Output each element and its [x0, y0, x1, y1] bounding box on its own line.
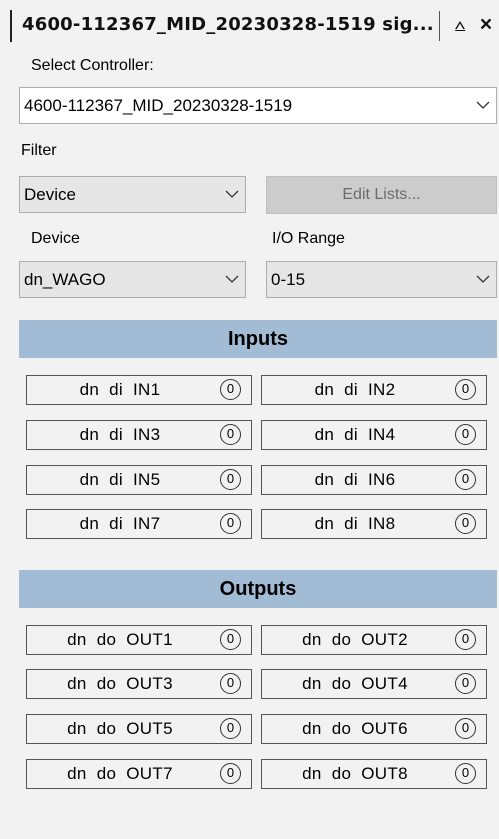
output-label: dn do OUT8 [302, 764, 408, 783]
output-cell-out8[interactable]: dn do OUT8 0 [261, 759, 487, 789]
input-cell-in4[interactable]: dn di IN4 0 [261, 420, 487, 450]
close-icon[interactable]: × [475, 10, 497, 40]
output-label: dn do OUT5 [67, 719, 173, 738]
panel-title: 4600-112367_MID_20230328-1519 sig... [22, 14, 434, 35]
io-range-select[interactable]: 0-15 [266, 261, 497, 298]
input-cell-in6[interactable]: dn di IN6 0 [261, 465, 487, 495]
output-value-indicator: 0 [220, 763, 241, 784]
input-label: dn di IN2 [314, 380, 396, 399]
input-label: dn di IN6 [314, 470, 396, 489]
input-value-indicator: 0 [220, 469, 241, 490]
output-label: dn do OUT4 [302, 674, 408, 693]
output-cell-out3[interactable]: dn do OUT3 0 [26, 669, 252, 699]
input-value-indicator: 0 [455, 424, 476, 445]
input-label: dn di IN1 [79, 380, 161, 399]
chevron-down-icon [476, 101, 490, 109]
output-value-indicator: 0 [455, 629, 476, 650]
panel-titlebar: 4600-112367_MID_20230328-1519 sig... ⩟ × [0, 0, 499, 49]
output-cell-out1[interactable]: dn do OUT1 0 [26, 625, 252, 655]
input-cell-in2[interactable]: dn di IN2 0 [261, 375, 487, 405]
io-range-label: I/O Range [272, 230, 345, 247]
output-cell-out6[interactable]: dn do OUT6 0 [261, 714, 487, 744]
input-value-indicator: 0 [455, 379, 476, 400]
device-label: Device [31, 230, 80, 247]
output-label: dn do OUT7 [67, 764, 173, 783]
output-value-indicator: 0 [220, 629, 241, 650]
input-label: dn di IN4 [314, 425, 396, 444]
filter-select[interactable]: Device [19, 176, 246, 213]
io-range-select-value: 0-15 [271, 270, 306, 289]
output-cell-out2[interactable]: dn do OUT2 0 [261, 625, 487, 655]
input-cell-in3[interactable]: dn di IN3 0 [26, 420, 252, 450]
input-value-indicator: 0 [220, 513, 241, 534]
select-controller-label: Select Controller: [31, 57, 154, 74]
device-select[interactable]: dn_WAGO [19, 261, 246, 298]
input-label: dn di IN3 [79, 425, 161, 444]
input-value-indicator: 0 [220, 379, 241, 400]
filter-select-value: Device [24, 185, 76, 204]
controller-select-value: 4600-112367_MID_20230328-1519 [24, 96, 293, 115]
output-value-indicator: 0 [455, 763, 476, 784]
output-cell-out5[interactable]: dn do OUT5 0 [26, 714, 252, 744]
output-value-indicator: 0 [455, 718, 476, 739]
input-value-indicator: 0 [455, 513, 476, 534]
output-value-indicator: 0 [455, 673, 476, 694]
controller-select[interactable]: 4600-112367_MID_20230328-1519 [19, 87, 497, 124]
output-value-indicator: 0 [220, 718, 241, 739]
output-label: dn do OUT3 [67, 674, 173, 693]
input-label: dn di IN8 [314, 514, 396, 533]
outputs-header: Outputs [19, 570, 497, 608]
edit-lists-button[interactable]: Edit Lists... [266, 176, 497, 214]
chevron-down-icon [476, 275, 490, 283]
output-cell-out4[interactable]: dn do OUT4 0 [261, 669, 487, 699]
pin-dropdown-icon[interactable]: ⩟ [449, 10, 471, 40]
input-label: dn di IN7 [79, 514, 161, 533]
input-cell-in5[interactable]: dn di IN5 0 [26, 465, 252, 495]
input-value-indicator: 0 [455, 469, 476, 490]
titlebar-separator [439, 11, 440, 41]
output-label: dn do OUT6 [302, 719, 408, 738]
input-label: dn di IN5 [79, 470, 161, 489]
device-select-value: dn_WAGO [24, 270, 106, 289]
inputs-header: Inputs [19, 320, 497, 358]
input-value-indicator: 0 [220, 424, 241, 445]
output-value-indicator: 0 [220, 673, 241, 694]
titlebar-left-border [10, 10, 12, 42]
input-cell-in7[interactable]: dn di IN7 0 [26, 509, 252, 539]
output-label: dn do OUT1 [67, 630, 173, 649]
output-cell-out7[interactable]: dn do OUT7 0 [26, 759, 252, 789]
chevron-down-icon [225, 190, 239, 198]
output-label: dn do OUT2 [302, 630, 408, 649]
filter-label: Filter [21, 142, 57, 159]
input-cell-in1[interactable]: dn di IN1 0 [26, 375, 252, 405]
chevron-down-icon [225, 275, 239, 283]
input-cell-in8[interactable]: dn di IN8 0 [261, 509, 487, 539]
